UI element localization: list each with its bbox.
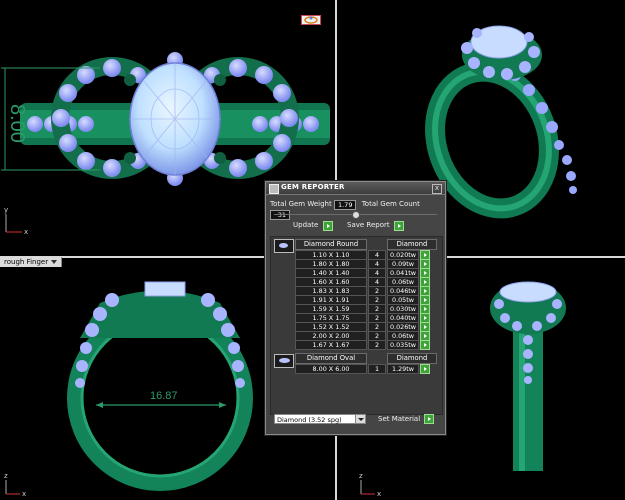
shape-header: Diamond Round [295,239,367,250]
material-select[interactable]: Diamond (3.52 spg) [274,414,366,424]
app-logo-icon [269,184,279,194]
actions-row: Update Save Report [266,221,445,231]
axis-x-label: x [377,490,382,498]
material-header: Diamond [387,353,437,364]
weight-cell: 0.035tw [387,340,419,350]
viewport-dropdown-label: rough Finger [4,258,49,266]
gem-reporter-panel: GEM REPORTER x Total Gem Weight 1.79 Tot… [265,181,446,435]
row-select-button[interactable] [420,340,430,350]
material-header: Diamond [387,239,437,250]
set-material-button[interactable] [424,414,434,424]
total-weight-value: 1.79 [333,200,357,210]
panel-title: GEM REPORTER [281,183,345,191]
material-row: Diamond (3.52 spg) Set Material [270,414,441,426]
save-report-button[interactable] [394,221,404,231]
gem-list[interactable]: Diamond Round Diamond 1.10 X 1.10 4 0.020t… [270,236,443,415]
update-label: Update [293,221,319,229]
axis-z-label: z [359,472,363,480]
size-cell: 1.67 X 1.67 [295,340,367,350]
size-cell: 8.00 X 6.00 [295,364,367,374]
chevron-down-icon [51,260,58,264]
save-report-label: Save Report [347,221,390,229]
shape-header: Diamond Oval [295,353,367,364]
axis-x-label: x [22,490,27,498]
count-cell: 1 [368,364,386,374]
total-count-value: 31 [270,210,290,220]
oval-gem-thumbnail-icon[interactable] [274,354,294,368]
set-material-label: Set Material [378,415,421,423]
close-icon[interactable]: x [432,184,442,194]
axis-x-label: x [24,228,29,236]
height-dimension-label: 8.00 [6,104,28,143]
total-count-label: Total Gem Count [361,200,420,208]
round-gem-thumbnail-icon[interactable] [274,239,294,253]
update-button[interactable] [323,221,333,231]
material-select-value: Diamond (3.52 spg) [277,416,342,424]
slider-knob[interactable] [352,211,360,219]
chevron-down-icon [355,415,365,423]
count-cell: 2 [368,340,386,350]
viewport-dropdown[interactable]: rough Finger [0,257,63,267]
ring-toolbar-icon[interactable] [301,10,321,25]
inner-diameter-label: 16.87 [150,390,178,402]
panel-titlebar[interactable]: GEM REPORTER x [266,182,445,195]
axis-y-label: y [4,206,9,214]
total-weight-label: Total Gem Weight [270,200,332,208]
weight-cell: 1.29tw [387,364,419,374]
totals-row: Total Gem Weight 1.79 Total Gem Count 31 [270,200,441,220]
row-select-button[interactable] [420,364,430,374]
axis-z-label: z [4,472,8,480]
